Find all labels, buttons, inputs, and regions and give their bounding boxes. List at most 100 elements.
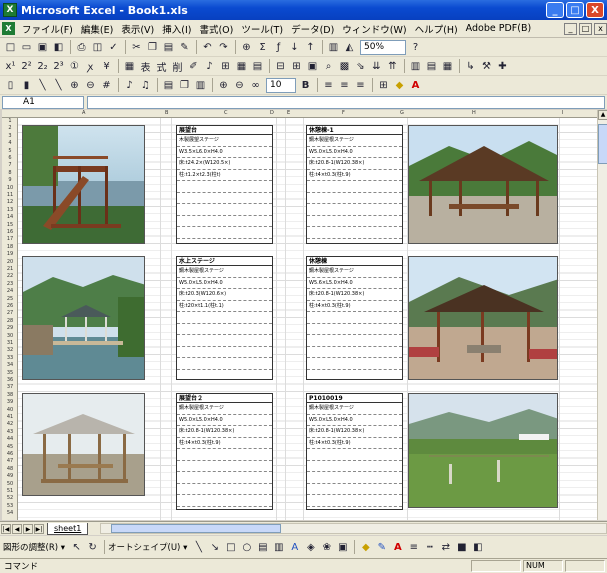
row-header[interactable]: 3 — [3, 133, 17, 139]
column-header[interactable]: C — [224, 110, 228, 116]
row-header[interactable]: 40 — [3, 407, 17, 413]
menu-window[interactable]: ウィンドウ(W) — [338, 22, 410, 36]
row-header[interactable]: 20 — [3, 259, 17, 265]
row-header[interactable]: 42 — [3, 421, 17, 427]
help-icon[interactable]: ? — [408, 40, 423, 55]
select-objects-icon[interactable]: ↖ — [69, 540, 84, 555]
vertical-scrollbar[interactable]: ▲ — [597, 110, 607, 520]
menu-insert[interactable]: 挿入(I) — [158, 22, 195, 36]
link-icon[interactable]: ∞ — [248, 78, 263, 93]
sort-desc-icon[interactable]: ↑ — [303, 40, 318, 55]
autosum-icon[interactable]: Σ — [255, 40, 270, 55]
oval-tool-icon[interactable]: ○ — [239, 540, 254, 555]
row-header[interactable]: 41 — [3, 414, 17, 420]
info-panel-p1010019[interactable]: P1010019 鋼木製屋根ステージ W5.0×L5.0×H4.0 床:t20.… — [306, 393, 403, 510]
column-header[interactable]: H — [472, 110, 476, 116]
row-header[interactable]: 25 — [3, 296, 17, 302]
speaker-icon[interactable]: ♪ — [202, 59, 217, 74]
column-header[interactable]: G — [400, 110, 404, 116]
column-header[interactable]: D — [270, 110, 274, 116]
row-header[interactable]: 39 — [3, 399, 17, 405]
photo-observation-deck-2[interactable] — [22, 393, 145, 496]
delete-rows-icon[interactable]: ▦ — [440, 59, 455, 74]
info-panel-rest-shelter-2[interactable]: 休憩棟 鋼木製屋根ステージ W5.6×L5.0×H4.0 床:t20.8-1(W… — [306, 256, 403, 380]
print-preview-icon[interactable]: ◫ — [90, 40, 105, 55]
row-header[interactable]: 54 — [3, 510, 17, 516]
doc-restore-button[interactable]: □ — [579, 22, 592, 35]
grid-icon[interactable]: ⊞ — [218, 59, 233, 74]
row-header[interactable]: 47 — [3, 458, 17, 464]
character-icon[interactable]: ꭗ — [83, 59, 98, 74]
row-header[interactable]: 46 — [3, 451, 17, 457]
delete-char-icon[interactable]: 削 — [170, 59, 185, 74]
merge-up-icon[interactable]: ⇈ — [385, 59, 400, 74]
spelling-icon[interactable]: ✓ — [106, 40, 121, 55]
row-header[interactable]: 12 — [3, 199, 17, 205]
row-header[interactable]: 8 — [3, 170, 17, 176]
row-header[interactable]: 22 — [3, 273, 17, 279]
yen-icon[interactable]: ¥ — [99, 59, 114, 74]
copy-special-icon[interactable]: ❐ — [177, 78, 192, 93]
diagram-icon[interactable]: ◈ — [303, 540, 318, 555]
menu-tools[interactable]: ツール(T) — [237, 22, 287, 36]
merge-down-icon[interactable]: ⇊ — [369, 59, 384, 74]
row-header[interactable]: 4 — [3, 140, 17, 146]
minimize-button[interactable]: _ — [546, 2, 564, 18]
photo-water-stage[interactable] — [22, 256, 145, 380]
info-panel-observation-deck[interactable]: 展望台 木製展望ステージ W3.5×L6.0×H4.0 床:t24.2×(W12… — [176, 125, 273, 244]
row-header[interactable]: 26 — [3, 303, 17, 309]
row-header[interactable]: 32 — [3, 347, 17, 353]
column-header[interactable]: E — [287, 110, 290, 116]
function-icon[interactable]: ƒ — [271, 40, 286, 55]
close-button[interactable]: X — [586, 2, 604, 18]
horizontal-scroll-thumb[interactable] — [111, 524, 282, 533]
autoshape-menu[interactable]: オートシェイプ(U) ▾ — [108, 541, 187, 553]
align-center-icon[interactable]: ≡ — [337, 78, 352, 93]
row-header[interactable]: 30 — [3, 333, 17, 339]
name-box[interactable]: A1 — [2, 95, 84, 109]
arrow-style-icon[interactable]: ⇄ — [438, 540, 453, 555]
row-header[interactable]: 52 — [3, 495, 17, 501]
paste-special-icon[interactable]: ▤ — [161, 78, 176, 93]
prev-sheet-icon[interactable]: ◀ — [12, 523, 22, 534]
row-header[interactable]: 6 — [3, 155, 17, 161]
worksheet-grid[interactable]: ABCDEFGHI 1 2 3 4 5 6 7 8 9 10 11 12 13 14 15 16 17 18 19 2… — [2, 110, 597, 520]
row-header[interactable]: 18 — [3, 244, 17, 250]
columns-icon[interactable]: ▮ — [19, 78, 34, 93]
drawing-icon[interactable]: ◭ — [342, 40, 357, 55]
row-header[interactable]: 34 — [3, 362, 17, 368]
cut-icon[interactable]: ✂ — [129, 40, 144, 55]
row-header[interactable]: 53 — [3, 503, 17, 509]
bold-button[interactable]: B — [298, 78, 313, 93]
row-header[interactable]: 7 — [3, 162, 17, 168]
draw-adjust-menu[interactable]: 図形の調整(R) ▾ — [3, 541, 65, 553]
red-mark-icon[interactable]: ✚ — [495, 59, 510, 74]
excel-app-icon[interactable]: X — [3, 3, 17, 17]
paste-icon[interactable]: ▤ — [161, 40, 176, 55]
info-panel-water-stage[interactable]: 水上ステージ 鋼木製屋根ステージ W5.0×L5.0×H4.0 床:t20.3(… — [176, 256, 273, 380]
insert-cols-icon[interactable]: ▤ — [424, 59, 439, 74]
menu-data[interactable]: データ(D) — [287, 22, 338, 36]
row-header[interactable]: 9 — [3, 177, 17, 183]
formula-input[interactable] — [87, 95, 605, 109]
menu-view[interactable]: 表示(V) — [117, 22, 158, 36]
column-header[interactable]: F — [342, 110, 345, 116]
align-left-icon[interactable]: ≡ — [321, 78, 336, 93]
photo-p1010019[interactable] — [408, 393, 558, 508]
row-header[interactable]: 15 — [3, 222, 17, 228]
pen-icon[interactable]: ✐ — [186, 59, 201, 74]
draw-font-color-icon[interactable]: A — [390, 540, 405, 555]
picture-icon[interactable]: ▣ — [335, 540, 350, 555]
row-header[interactable]: 38 — [3, 392, 17, 398]
formula-char-icon[interactable]: 式 — [154, 59, 169, 74]
row-header[interactable]: 16 — [3, 229, 17, 235]
music-icon[interactable]: ♪ — [122, 78, 137, 93]
row-header[interactable]: 36 — [3, 377, 17, 383]
vertical-scroll-thumb[interactable] — [598, 124, 607, 164]
permission-icon[interactable]: ◧ — [51, 40, 66, 55]
arrow-icon[interactable]: ⇘ — [353, 59, 368, 74]
vertical-textbox-icon[interactable]: ▥ — [271, 540, 286, 555]
row-header[interactable]: 50 — [3, 481, 17, 487]
line-style-icon[interactable]: ≡ — [406, 540, 421, 555]
scroll-up-icon[interactable]: ▲ — [598, 110, 607, 120]
